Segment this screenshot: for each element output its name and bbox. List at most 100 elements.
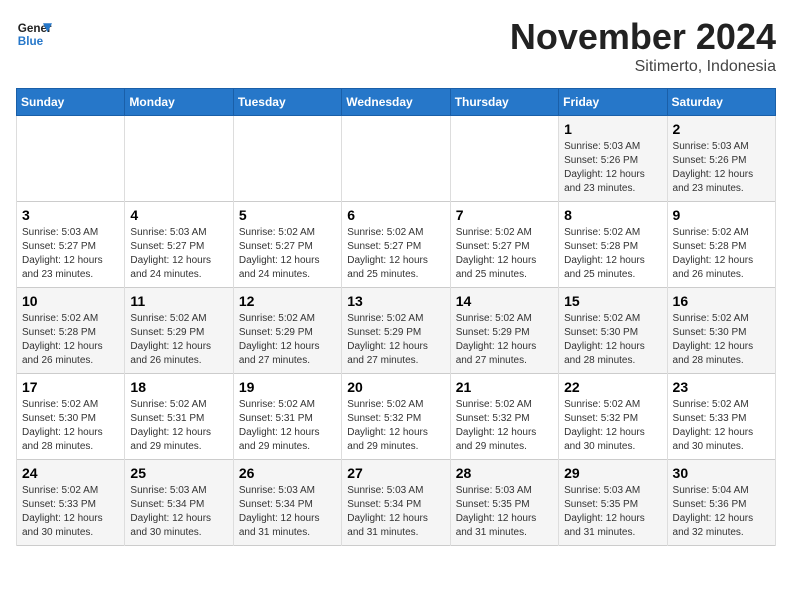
calendar-cell: 6Sunrise: 5:02 AM Sunset: 5:27 PM Daylig… [342, 202, 450, 288]
weekday-header: Wednesday [342, 89, 450, 116]
day-number: 3 [22, 207, 119, 223]
logo: General Blue [16, 16, 52, 52]
day-number: 16 [673, 293, 770, 309]
calendar-body: 1 Sunrise: 5:03 AM Sunset: 5:26 PM Daylig… [17, 116, 776, 546]
day-info: Sunrise: 5:03 AM Sunset: 5:35 PM Dayligh… [456, 484, 553, 540]
day-info: Sunrise: 5:02 AM Sunset: 5:28 PM Dayligh… [673, 226, 770, 282]
calendar-cell: 18 Sunrise: 5:02 AM Sunset: 5:31 PM Dayli… [125, 374, 233, 460]
svg-text:Blue: Blue [18, 35, 44, 48]
calendar-cell: 26 Sunrise: 5:03 AM Sunset: 5:34 PM Dayli… [233, 460, 341, 546]
location-subtitle: Sitimerto, Indonesia [510, 58, 776, 76]
day-info: Sunrise: 5:03 AM Sunset: 5:34 PM Dayligh… [130, 484, 227, 540]
calendar-cell: 5 Sunrise: 5:02 AM Sunset: 5:27 PM Daylig… [233, 202, 341, 288]
calendar-cell: 30 Sunrise: 5:04 AM Sunset: 5:36 PM Dayli… [667, 460, 775, 546]
calendar-week-row: 24 Sunrise: 5:02 AM Sunset: 5:33 PM Dayli… [17, 460, 776, 546]
day-number: 24 [22, 465, 119, 481]
day-number: 2 [673, 121, 770, 137]
calendar-cell: 27Sunrise: 5:03 AM Sunset: 5:34 PM Dayli… [342, 460, 450, 546]
calendar-week-row: 10 Sunrise: 5:02 AM Sunset: 5:28 PM Dayli… [17, 288, 776, 374]
weekday-header: Saturday [667, 89, 775, 116]
calendar-week-row: 17 Sunrise: 5:02 AM Sunset: 5:30 PM Dayli… [17, 374, 776, 460]
day-number: 22 [564, 379, 661, 395]
calendar-cell: 21 Sunrise: 5:02 AM Sunset: 5:32 PM Dayli… [450, 374, 558, 460]
day-info: Sunrise: 5:03 AM Sunset: 5:26 PM Dayligh… [673, 140, 770, 196]
day-number: 29 [564, 465, 661, 481]
calendar-cell [17, 116, 125, 202]
day-number: 17 [22, 379, 119, 395]
day-info: Sunrise: 5:03 AM Sunset: 5:35 PM Dayligh… [564, 484, 661, 540]
day-number: 20 [347, 379, 444, 395]
calendar-cell: 14Sunrise: 5:02 AM Sunset: 5:29 PM Dayli… [450, 288, 558, 374]
weekday-header: Friday [559, 89, 667, 116]
page-header: General Blue November 2024 Sitimerto, In… [16, 16, 776, 76]
day-info: Sunrise: 5:02 AM Sunset: 5:32 PM Dayligh… [456, 398, 553, 454]
calendar-cell: 20 Sunrise: 5:02 AM Sunset: 5:32 PM Dayli… [342, 374, 450, 460]
calendar-cell: 4 Sunrise: 5:03 AM Sunset: 5:27 PM Daylig… [125, 202, 233, 288]
day-number: 9 [673, 207, 770, 223]
day-info: Sunrise: 5:02 AM Sunset: 5:32 PM Dayligh… [347, 398, 444, 454]
logo-icon: General Blue [16, 16, 52, 52]
day-info: Sunrise: 5:02 AM Sunset: 5:31 PM Dayligh… [130, 398, 227, 454]
day-number: 15 [564, 293, 661, 309]
weekday-header: Monday [125, 89, 233, 116]
weekday-header: Tuesday [233, 89, 341, 116]
calendar-cell [342, 116, 450, 202]
calendar-cell: 29 Sunrise: 5:03 AM Sunset: 5:35 PM Dayli… [559, 460, 667, 546]
day-info: Sunrise: 5:02 AM Sunset: 5:32 PM Dayligh… [564, 398, 661, 454]
calendar-table: SundayMondayTuesdayWednesdayThursdayFrid… [16, 88, 776, 546]
day-info: Sunrise: 5:03 AM Sunset: 5:27 PM Dayligh… [22, 226, 119, 282]
day-info: Sunrise: 5:02 AM Sunset: 5:29 PM Dayligh… [239, 312, 336, 368]
day-number: 13 [347, 293, 444, 309]
day-number: 6 [347, 207, 444, 223]
calendar-cell: 10 Sunrise: 5:02 AM Sunset: 5:28 PM Dayli… [17, 288, 125, 374]
day-info: Sunrise: 5:02 AM Sunset: 5:30 PM Dayligh… [564, 312, 661, 368]
day-info: Sunrise: 5:03 AM Sunset: 5:34 PM Dayligh… [239, 484, 336, 540]
calendar-cell: 1 Sunrise: 5:03 AM Sunset: 5:26 PM Daylig… [559, 116, 667, 202]
day-number: 10 [22, 293, 119, 309]
calendar-cell [450, 116, 558, 202]
day-number: 7 [456, 207, 553, 223]
day-info: Sunrise: 5:02 AM Sunset: 5:31 PM Dayligh… [239, 398, 336, 454]
day-info: Sunrise: 5:02 AM Sunset: 5:28 PM Dayligh… [564, 226, 661, 282]
calendar-week-row: 1 Sunrise: 5:03 AM Sunset: 5:26 PM Daylig… [17, 116, 776, 202]
day-info: Sunrise: 5:03 AM Sunset: 5:26 PM Dayligh… [564, 140, 661, 196]
day-number: 1 [564, 121, 661, 137]
day-info: Sunrise: 5:02 AM Sunset: 5:27 PM Dayligh… [239, 226, 336, 282]
calendar-cell: 3 Sunrise: 5:03 AM Sunset: 5:27 PM Daylig… [17, 202, 125, 288]
day-number: 8 [564, 207, 661, 223]
day-number: 19 [239, 379, 336, 395]
day-info: Sunrise: 5:02 AM Sunset: 5:28 PM Dayligh… [22, 312, 119, 368]
day-info: Sunrise: 5:03 AM Sunset: 5:34 PM Dayligh… [347, 484, 444, 540]
weekday-header: Thursday [450, 89, 558, 116]
day-number: 4 [130, 207, 227, 223]
day-info: Sunrise: 5:04 AM Sunset: 5:36 PM Dayligh… [673, 484, 770, 540]
month-title: November 2024 [510, 16, 776, 58]
day-number: 26 [239, 465, 336, 481]
day-number: 21 [456, 379, 553, 395]
calendar-cell: 22 Sunrise: 5:02 AM Sunset: 5:32 PM Dayli… [559, 374, 667, 460]
day-info: Sunrise: 5:02 AM Sunset: 5:33 PM Dayligh… [22, 484, 119, 540]
day-info: Sunrise: 5:02 AM Sunset: 5:27 PM Dayligh… [456, 226, 553, 282]
day-number: 18 [130, 379, 227, 395]
day-number: 5 [239, 207, 336, 223]
calendar-cell: 9 Sunrise: 5:02 AM Sunset: 5:28 PM Daylig… [667, 202, 775, 288]
day-info: Sunrise: 5:03 AM Sunset: 5:27 PM Dayligh… [130, 226, 227, 282]
calendar-cell: 15 Sunrise: 5:02 AM Sunset: 5:30 PM Dayli… [559, 288, 667, 374]
day-number: 11 [130, 293, 227, 309]
calendar-cell: 7 Sunrise: 5:02 AM Sunset: 5:27 PM Daylig… [450, 202, 558, 288]
day-info: Sunrise: 5:02 AM Sunset: 5:29 PM Dayligh… [456, 312, 553, 368]
calendar-cell: 13 Sunrise: 5:02 AM Sunset: 5:29 PM Dayli… [342, 288, 450, 374]
day-info: Sunrise: 5:02 AM Sunset: 5:30 PM Dayligh… [22, 398, 119, 454]
calendar-cell: 2 Sunrise: 5:03 AM Sunset: 5:26 PM Daylig… [667, 116, 775, 202]
day-info: Sunrise: 5:02 AM Sunset: 5:30 PM Dayligh… [673, 312, 770, 368]
day-number: 30 [673, 465, 770, 481]
calendar-cell: 25Sunrise: 5:03 AM Sunset: 5:34 PM Dayli… [125, 460, 233, 546]
day-number: 23 [673, 379, 770, 395]
day-number: 28 [456, 465, 553, 481]
calendar-cell: 19 Sunrise: 5:02 AM Sunset: 5:31 PM Dayli… [233, 374, 341, 460]
calendar-cell: 8 Sunrise: 5:02 AM Sunset: 5:28 PM Daylig… [559, 202, 667, 288]
calendar-cell: 12Sunrise: 5:02 AM Sunset: 5:29 PM Dayli… [233, 288, 341, 374]
weekday-row: SundayMondayTuesdayWednesdayThursdayFrid… [17, 89, 776, 116]
day-info: Sunrise: 5:02 AM Sunset: 5:29 PM Dayligh… [347, 312, 444, 368]
calendar-cell [233, 116, 341, 202]
